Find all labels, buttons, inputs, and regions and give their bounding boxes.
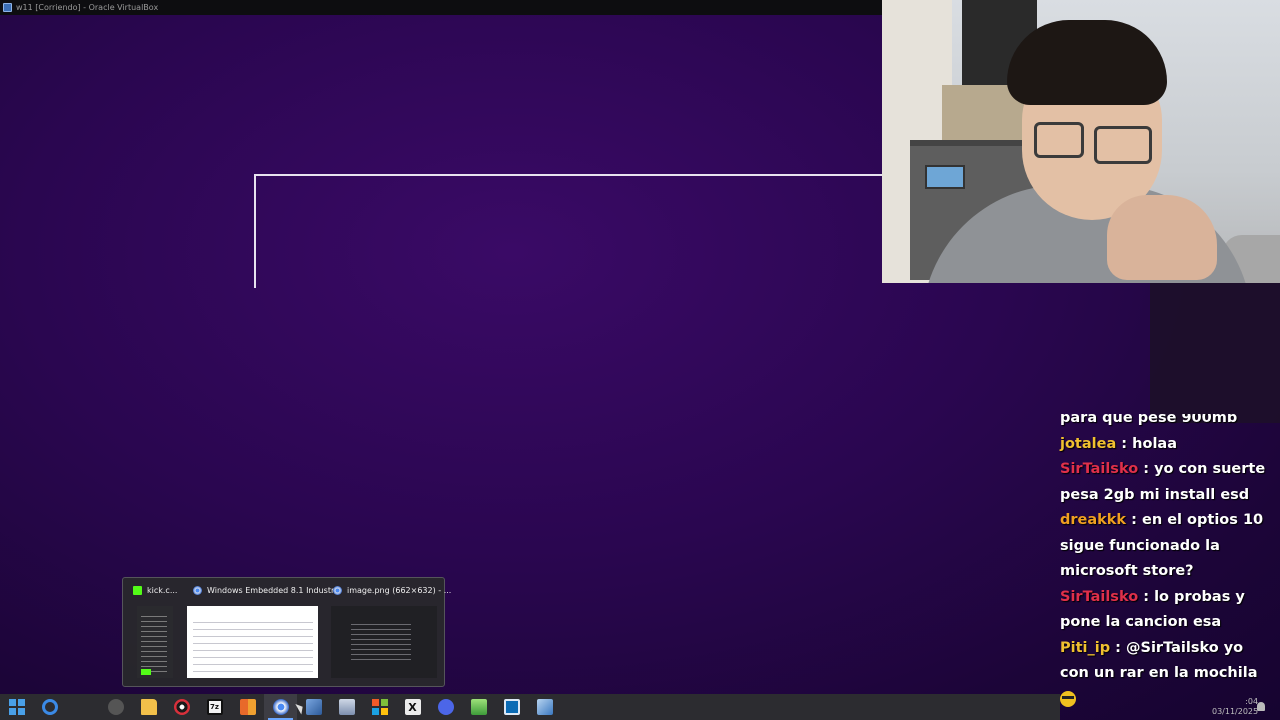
- thumbnail-title: kick.c...: [147, 586, 178, 595]
- notification-bell-icon[interactable]: [1257, 702, 1265, 711]
- taskbar-7zip[interactable]: 7z: [198, 694, 231, 720]
- taskbar-spider-app[interactable]: [99, 694, 132, 720]
- chat-username: dreakkk: [1060, 512, 1127, 528]
- taskbar-file-explorer[interactable]: [132, 694, 165, 720]
- thumbnail-image: [331, 606, 437, 678]
- sunglasses-emoji-icon: [1060, 690, 1076, 707]
- chrome-icon: [193, 586, 202, 595]
- discord-icon: [437, 699, 454, 715]
- start-button[interactable]: [0, 694, 33, 720]
- thumbnail-windows-embedded[interactable]: Windows Embedded 8.1 Industr...: [183, 578, 341, 688]
- thumbnail-image: [137, 606, 173, 678]
- chat-text: holaa: [1132, 435, 1177, 452]
- office-icon: [239, 699, 256, 715]
- overlay-panel: [1150, 283, 1280, 423]
- tools-icon: [536, 699, 553, 715]
- taskbar-remote-desktop[interactable]: [495, 694, 528, 720]
- folder-icon: [140, 699, 157, 715]
- chat-message: SirTailsko : yo con suerte pesa 2gb mi i…: [1060, 461, 1266, 503]
- taskbar: 7z X: [0, 694, 1060, 720]
- thumbnail-image-png[interactable]: image.png (662×632) - ...: [323, 578, 451, 688]
- x-icon: X: [404, 699, 421, 715]
- stream-chat: para que pese 900mb jotalea : holaa SirT…: [1056, 414, 1280, 720]
- chat-username: Piti_ip: [1060, 639, 1111, 656]
- thumbnail-image: [187, 606, 318, 678]
- spreadsheet-icon: [470, 699, 487, 715]
- window-title: w11 [Corriendo] - Oracle VirtualBox: [16, 3, 159, 12]
- windows-logo-icon: [371, 699, 388, 715]
- clock-time: :04: [1245, 697, 1259, 706]
- windows-start-icon: [8, 699, 25, 715]
- thumbnail-title: image.png (662×632) - ...: [347, 586, 452, 595]
- virtualbox-icon: [3, 3, 12, 12]
- taskbar-thumbnail-preview: kick.c... Windows Embedded 8.1 Industr..…: [122, 577, 451, 688]
- taskbar-tools[interactable]: [528, 694, 561, 720]
- system-clock[interactable]: :04 03/11/2025: [1212, 697, 1258, 717]
- taskbar-x-app[interactable]: X: [396, 694, 429, 720]
- taskbar-office[interactable]: [231, 694, 264, 720]
- obs-icon: [173, 699, 190, 715]
- chat-message: dreakkk : en el optios 10 sigue funciona…: [1060, 512, 1264, 579]
- clock-date: 03/11/2025: [1212, 707, 1259, 716]
- virtualbox-icon: [305, 699, 322, 715]
- cortana-icon: [41, 699, 58, 715]
- taskbar-chrome[interactable]: [264, 694, 297, 720]
- taskbar-spreadsheet[interactable]: [462, 694, 495, 720]
- mail-icon: [338, 699, 355, 715]
- taskbar-discord[interactable]: [429, 694, 462, 720]
- chat-username: SirTailsko: [1060, 461, 1139, 477]
- chat-message: para que pese 900mb: [1056, 414, 1280, 432]
- chat-username: jotalea: [1060, 435, 1117, 452]
- chat-message: SirTailsko : lo probas y pone la cancion…: [1060, 588, 1245, 631]
- chat-username: SirTailsko: [1060, 588, 1139, 605]
- thumbnail-kick[interactable]: kick.c...: [123, 578, 183, 688]
- taskbar-obs[interactable]: [165, 694, 198, 720]
- virtualbox-titlebar: w11 [Corriendo] - Oracle VirtualBox: [0, 0, 882, 15]
- thumbnail-title: Windows Embedded 8.1 Industr...: [207, 586, 342, 595]
- chat-message: jotalea : holaa: [1060, 435, 1177, 452]
- spider-icon: [107, 699, 124, 715]
- taskbar-windows-store[interactable]: [363, 694, 396, 720]
- kick-icon: [133, 586, 142, 595]
- webcam-overlay: [882, 0, 1280, 283]
- chrome-icon: [333, 586, 342, 595]
- chrome-icon: [272, 699, 289, 715]
- 7zip-icon: 7z: [206, 699, 223, 715]
- taskbar-mail[interactable]: [330, 694, 363, 720]
- cortana-button[interactable]: [33, 694, 66, 720]
- remote-desktop-icon: [503, 699, 520, 715]
- blank-window-outline: [254, 174, 894, 288]
- chat-text: para que pese 900mb: [1060, 414, 1238, 426]
